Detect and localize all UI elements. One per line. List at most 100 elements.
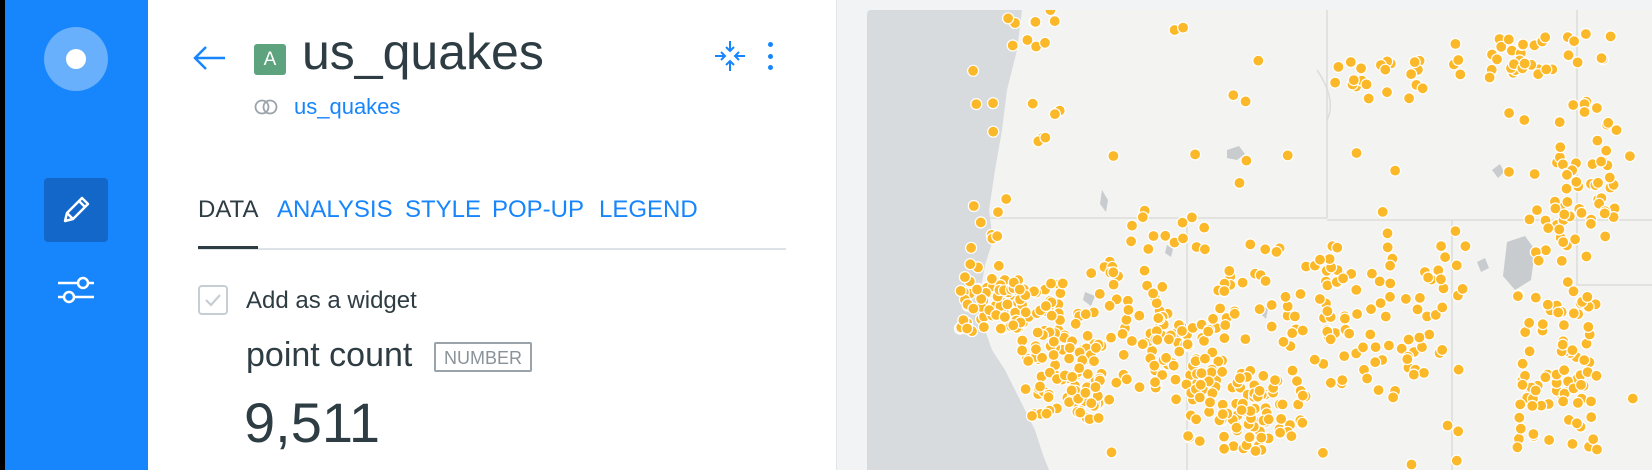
quake-point[interactable] <box>1456 282 1469 295</box>
quake-point[interactable] <box>1581 290 1594 303</box>
quake-point[interactable] <box>1558 208 1571 221</box>
quake-point[interactable] <box>1125 219 1139 232</box>
quake-point[interactable] <box>1159 229 1172 242</box>
tab-popup[interactable]: POP-UP <box>492 190 584 230</box>
quake-point[interactable] <box>1566 437 1579 450</box>
quake-point[interactable] <box>1434 273 1448 286</box>
quake-point[interactable] <box>1033 380 1047 393</box>
quake-point[interactable] <box>1288 310 1301 323</box>
quake-point[interactable] <box>1040 407 1053 420</box>
quake-point[interactable] <box>970 97 983 111</box>
quake-point[interactable] <box>1407 368 1420 381</box>
quake-point[interactable] <box>1265 298 1278 312</box>
quake-point[interactable] <box>1566 344 1579 357</box>
quake-point[interactable] <box>1019 383 1032 396</box>
quake-point[interactable] <box>1093 287 1106 300</box>
quake-point[interactable] <box>1384 277 1397 290</box>
quake-point[interactable] <box>966 64 980 77</box>
quake-point[interactable] <box>960 322 974 335</box>
quake-point[interactable] <box>1568 233 1582 246</box>
quake-point[interactable] <box>1198 221 1211 234</box>
quake-point[interactable] <box>1122 303 1135 316</box>
quake-point[interactable] <box>1176 216 1189 229</box>
quake-point[interactable] <box>964 241 978 254</box>
layer-title[interactable]: us_quakes <box>302 22 544 82</box>
quake-point[interactable] <box>1240 154 1253 167</box>
quake-point[interactable] <box>1296 416 1309 429</box>
quake-point[interactable] <box>1454 68 1467 81</box>
quake-point[interactable] <box>992 259 1005 272</box>
quake-point[interactable] <box>1103 393 1116 406</box>
quake-point[interactable] <box>1623 150 1637 163</box>
quake-point[interactable] <box>1148 359 1161 372</box>
quake-point[interactable] <box>1275 412 1288 425</box>
quake-point[interactable] <box>974 216 987 229</box>
quake-point[interactable] <box>1170 393 1183 406</box>
quake-point[interactable] <box>1526 399 1539 412</box>
quake-point[interactable] <box>1136 338 1149 351</box>
quake-point[interactable] <box>1274 426 1287 439</box>
quake-point[interactable] <box>1408 55 1421 69</box>
quake-point[interactable] <box>1007 319 1020 332</box>
quake-point[interactable] <box>1142 242 1155 256</box>
quake-point[interactable] <box>1364 328 1377 341</box>
quake-point[interactable] <box>1029 15 1042 28</box>
quake-point[interactable] <box>1600 144 1613 157</box>
quake-point[interactable] <box>1239 95 1252 108</box>
quake-point[interactable] <box>1452 425 1465 438</box>
quake-point[interactable] <box>1436 301 1449 314</box>
quake-point[interactable] <box>1556 338 1569 351</box>
quake-point[interactable] <box>1571 396 1585 409</box>
quake-point[interactable] <box>1413 291 1427 304</box>
quake-point[interactable] <box>1147 229 1160 243</box>
quake-point[interactable] <box>1338 312 1351 325</box>
quake-point[interactable] <box>1575 206 1588 219</box>
quake-point[interactable] <box>1365 267 1378 280</box>
quake-point[interactable] <box>1490 53 1504 66</box>
quake-point[interactable] <box>1120 313 1133 326</box>
quake-point[interactable] <box>1567 98 1580 112</box>
quake-point[interactable] <box>1296 324 1309 337</box>
quake-point[interactable] <box>1259 243 1272 256</box>
quake-point[interactable] <box>1532 254 1545 267</box>
quake-point[interactable] <box>1523 316 1536 329</box>
quake-point[interactable] <box>1216 365 1229 378</box>
quake-point[interactable] <box>1529 384 1542 397</box>
quake-point[interactable] <box>1560 182 1573 195</box>
arrow-left-icon[interactable] <box>192 40 228 76</box>
quake-point[interactable] <box>1571 56 1584 69</box>
quake-point[interactable] <box>1016 344 1029 357</box>
quake-point[interactable] <box>1599 230 1612 243</box>
quake-point[interactable] <box>1175 324 1189 338</box>
quake-point[interactable] <box>1107 266 1120 279</box>
quake-point[interactable] <box>1585 411 1598 424</box>
quake-point[interactable] <box>1016 334 1029 347</box>
quake-point[interactable] <box>1574 378 1588 391</box>
quake-point[interactable] <box>1380 86 1394 99</box>
quake-point[interactable] <box>1063 352 1076 365</box>
quake-point[interactable] <box>1416 82 1429 95</box>
quake-point[interactable] <box>1502 106 1516 120</box>
quake-point[interactable] <box>1206 312 1220 325</box>
quake-point[interactable] <box>1044 10 1057 17</box>
quake-point[interactable] <box>1578 105 1591 119</box>
quake-point[interactable] <box>1081 329 1094 342</box>
quake-point[interactable] <box>1402 333 1415 346</box>
quake-point[interactable] <box>1336 374 1349 387</box>
map-canvas[interactable] <box>867 10 1652 470</box>
quake-point[interactable] <box>1590 443 1604 456</box>
quake-point[interactable] <box>1042 391 1055 404</box>
quake-point[interactable] <box>1578 354 1591 367</box>
quake-point[interactable] <box>1281 149 1294 162</box>
quake-point[interactable] <box>987 125 1000 138</box>
quake-point[interactable] <box>1594 155 1608 168</box>
collapse-icon[interactable] <box>714 40 746 72</box>
quake-point[interactable] <box>991 206 1005 219</box>
quake-point[interactable] <box>1523 345 1536 358</box>
quake-point[interactable] <box>1584 395 1598 408</box>
quake-point[interactable] <box>964 258 977 271</box>
quake-point[interactable] <box>1105 446 1118 459</box>
quake-point[interactable] <box>1001 298 1014 311</box>
quake-point[interactable] <box>1218 285 1231 298</box>
quake-point[interactable] <box>1169 373 1182 386</box>
